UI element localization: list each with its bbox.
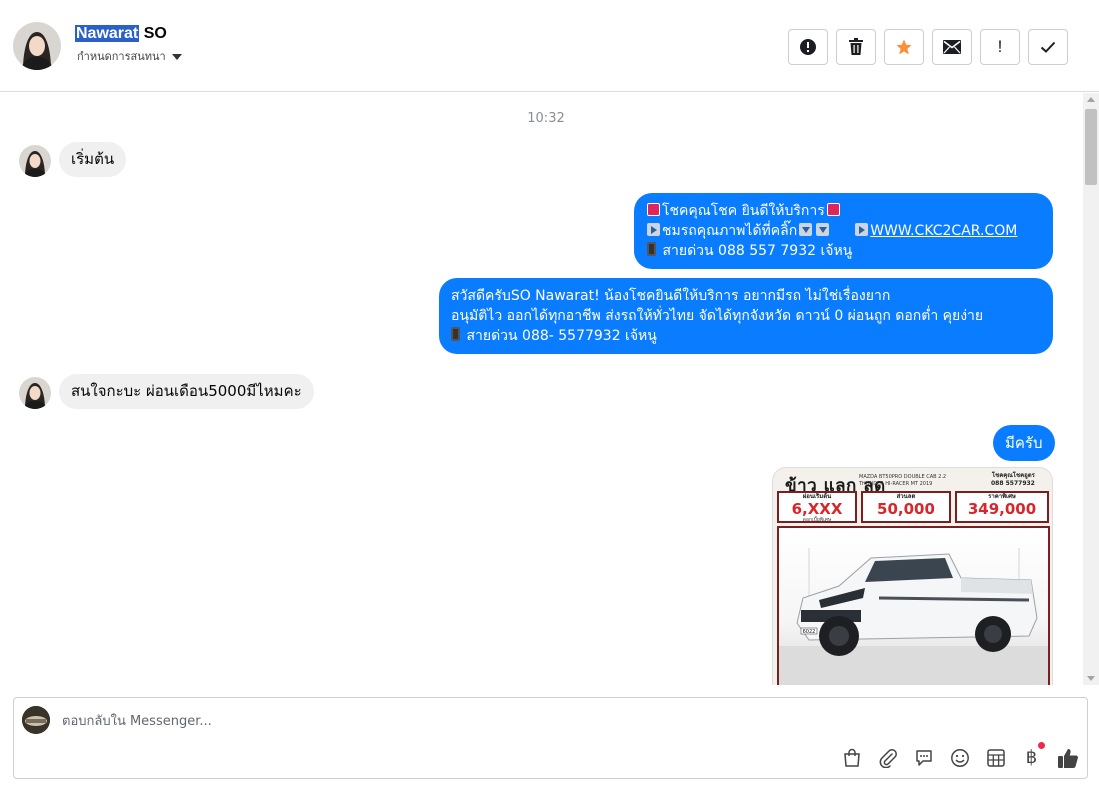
- star-icon: [896, 39, 912, 55]
- red-square-emoji-icon: [647, 203, 660, 216]
- caret-down-icon: [171, 53, 182, 60]
- contact-name-rest: SO: [139, 25, 167, 42]
- ad-box-value: 6,XXX: [791, 500, 843, 518]
- calculator-button[interactable]: [984, 746, 1007, 769]
- contact-avatar-small: [19, 145, 51, 177]
- pickup-truck-illustration: 6022: [779, 548, 1048, 685]
- ad-discount-box: ส่วนลด 50,000: [861, 491, 951, 523]
- shop-button[interactable]: [840, 746, 863, 769]
- ad-box-value: 349,000: [967, 500, 1037, 518]
- notification-dot: [1038, 742, 1045, 749]
- incoming-message[interactable]: สนใจกะบะ ผ่อนเดือน5000มีไหมคะ: [59, 374, 314, 409]
- ad-price-box: ราคาพิเศษ 349,000: [955, 491, 1049, 523]
- trash-icon: [849, 38, 863, 55]
- contact-name-highlighted: Nawarat: [75, 25, 140, 42]
- message-line: ชมรถคุณภาพได้ที่คลิ๊ก WWW.CKC2CAR.COM: [647, 221, 1041, 241]
- message-text: โชคคุณโชค ยินดีให้บริการ: [662, 203, 825, 219]
- ad-model-line: THUNDER HI-RACER MT 2019: [859, 481, 933, 487]
- mail-icon: [943, 40, 961, 54]
- ad-brand: โชคคุณโชคอูตร 088 5577932: [991, 472, 1035, 488]
- star-button[interactable]: [884, 29, 924, 65]
- reply-input[interactable]: [62, 710, 962, 732]
- down-arrow-emoji-icon: [816, 223, 830, 236]
- contact-avatar[interactable]: [13, 22, 61, 70]
- paperclip-icon: [879, 748, 897, 768]
- down-arrow-emoji-icon: [799, 223, 813, 236]
- composer-toolbar: ฿: [840, 742, 1079, 769]
- exclamation-icon: !: [997, 37, 1003, 56]
- saved-reply-icon: [915, 749, 932, 766]
- outgoing-message[interactable]: โชคคุณโชค ยินดีให้บริการ ชมรถคุณภาพได้ที…: [634, 193, 1053, 269]
- ad-brand-phone: 088 5577932: [991, 480, 1035, 487]
- mark-done-button[interactable]: [1028, 29, 1068, 65]
- like-button[interactable]: [1056, 746, 1079, 769]
- schedule-conversation-label: กำหนดการสนทนา: [77, 50, 166, 63]
- message-text: สายด่วน 088 557 7932 เจ้หนู: [662, 243, 853, 259]
- baht-icon: ฿: [1025, 746, 1038, 768]
- emoji-button[interactable]: [948, 746, 971, 769]
- page-avatar: [22, 706, 50, 734]
- mobile-phone-emoji-icon: [451, 327, 460, 341]
- ad-brand-name: โชคคุณโชคอูตร: [991, 472, 1035, 479]
- license-plate: 6022: [803, 629, 816, 635]
- saved-replies-button[interactable]: [912, 746, 935, 769]
- check-icon: [1040, 41, 1056, 53]
- message-line: โชคคุณโชค ยินดีให้บริการ: [647, 201, 1041, 221]
- message-composer: ฿: [13, 697, 1088, 779]
- car-ad-image[interactable]: ข้าว แลก ลด MAZDA BT50PRO DOUBLE CAB 2.2…: [772, 467, 1053, 685]
- contact-avatar-small: [19, 377, 51, 409]
- incoming-message[interactable]: เริ่มต้น: [59, 142, 127, 177]
- scroll-down-arrow-icon[interactable]: [1087, 676, 1095, 681]
- message-line: สายด่วน 088- 5577932 เจ้หนู: [451, 326, 1041, 346]
- delete-button[interactable]: [836, 29, 876, 65]
- message-text: ชมรถคุณภาพได้ที่คลิ๊ก: [662, 223, 798, 239]
- thread-scrollbar[interactable]: [1083, 93, 1099, 685]
- report-icon: [800, 39, 816, 55]
- message-text: สายด่วน 088- 5577932 เจ้หนู: [466, 328, 657, 344]
- emoji-icon: [950, 748, 969, 767]
- shopping-bag-icon: [843, 748, 860, 767]
- ad-box-note: ดอกเบี้ยพิเศษ: [802, 517, 832, 523]
- thumbs-up-icon: [1057, 748, 1078, 768]
- outgoing-message[interactable]: มีครับ: [993, 425, 1055, 461]
- scroll-thumb[interactable]: [1085, 109, 1097, 185]
- message-line: สายด่วน 088 557 7932 เจ้หนู: [647, 241, 1041, 261]
- ad-model-line: MAZDA BT50PRO DOUBLE CAB 2.2: [859, 474, 947, 480]
- attach-button[interactable]: [876, 746, 899, 769]
- message-line: สวัสดีครับSO Nawarat! น้องโชคยินดีให้บริ…: [451, 288, 891, 304]
- mobile-phone-emoji-icon: [647, 242, 656, 256]
- pickup-truck-photo: 6022: [777, 526, 1050, 685]
- ad-model: MAZDA BT50PRO DOUBLE CAB 2.2 THUNDER HI-…: [859, 474, 946, 488]
- report-button[interactable]: [788, 29, 828, 65]
- contact-name: Nawarat SO: [75, 25, 167, 43]
- header-actions: !: [788, 29, 1068, 65]
- conversation-header: Nawarat SO กำหนดการสนทนา !: [0, 0, 1099, 92]
- red-square-emoji-icon: [826, 203, 840, 216]
- payment-button[interactable]: ฿: [1020, 742, 1045, 769]
- play-button-emoji-icon: [647, 223, 660, 236]
- mark-unread-button[interactable]: [932, 29, 972, 65]
- message-line: อนุมัติไว ออกได้ทุกอาชีพ ส่งรถให้ทั่วไทย…: [451, 308, 984, 324]
- calculator-icon: [986, 748, 1005, 767]
- outgoing-message[interactable]: สวัสดีครับSO Nawarat! น้องโชคยินดีให้บริ…: [439, 278, 1053, 354]
- schedule-conversation-dropdown[interactable]: กำหนดการสนทนา: [77, 47, 182, 65]
- scroll-up-arrow-icon[interactable]: [1087, 97, 1095, 102]
- message-thread[interactable]: 10:32 เริ่มต้น โชคคุณโชค ยินดีให้บริการ …: [0, 93, 1083, 685]
- thread-timestamp: 10:32: [527, 111, 565, 126]
- follow-up-button[interactable]: !: [980, 29, 1020, 65]
- website-link[interactable]: WWW.CKC2CAR.COM: [870, 223, 1017, 239]
- ad-box-value: 50,000: [877, 500, 935, 518]
- play-button-emoji-icon: [855, 223, 869, 236]
- ad-installment-box: ผ่อนเริ่มต้น 6,XXX ดอกเบี้ยพิเศษ: [777, 491, 857, 523]
